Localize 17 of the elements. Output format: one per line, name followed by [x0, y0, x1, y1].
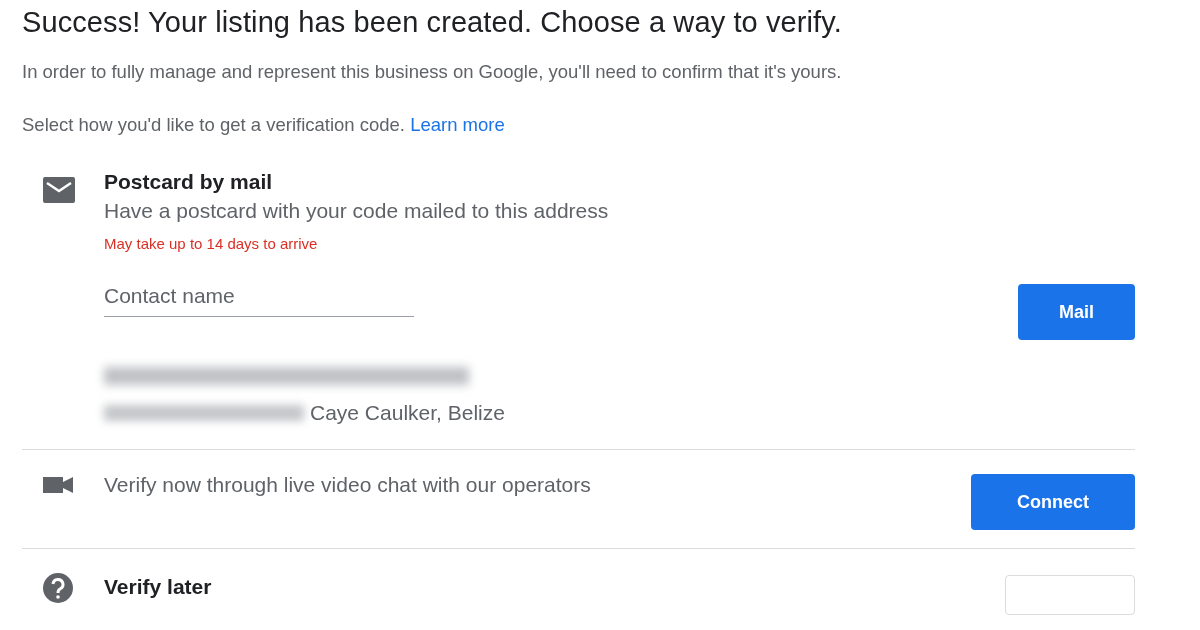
intro-text: In order to fully manage and represent this business on Google, you'll need to confirm that it's yours. — [22, 60, 843, 84]
option-description: Verify now through live video chat with our operators — [104, 472, 592, 498]
option-title: Postcard by mail — [104, 169, 274, 195]
video-camera-icon — [43, 476, 73, 494]
option-title: Verify later — [104, 574, 213, 600]
address-city: Caye Caulker, Belize — [310, 400, 505, 426]
action-button[interactable]: Mail — [1018, 284, 1135, 340]
action-button[interactable] — [1005, 575, 1135, 615]
delivery-note: May take up to 14 days to arrive — [104, 234, 319, 254]
action-button[interactable]: Connect — [971, 474, 1135, 530]
learn-more-link[interactable]: Learn more — [410, 114, 505, 135]
option-description: Have a postcard with your code mailed to this address — [104, 198, 610, 224]
prompt-text: Select how you'd like to get a verification code. Learn more — [22, 113, 506, 137]
mail-icon — [43, 177, 75, 203]
help-icon — [43, 573, 73, 603]
page-heading: Success! Your listing has been created. Choose a way to verify. — [22, 5, 843, 40]
contact-name-field[interactable]: Contact name — [104, 280, 414, 317]
